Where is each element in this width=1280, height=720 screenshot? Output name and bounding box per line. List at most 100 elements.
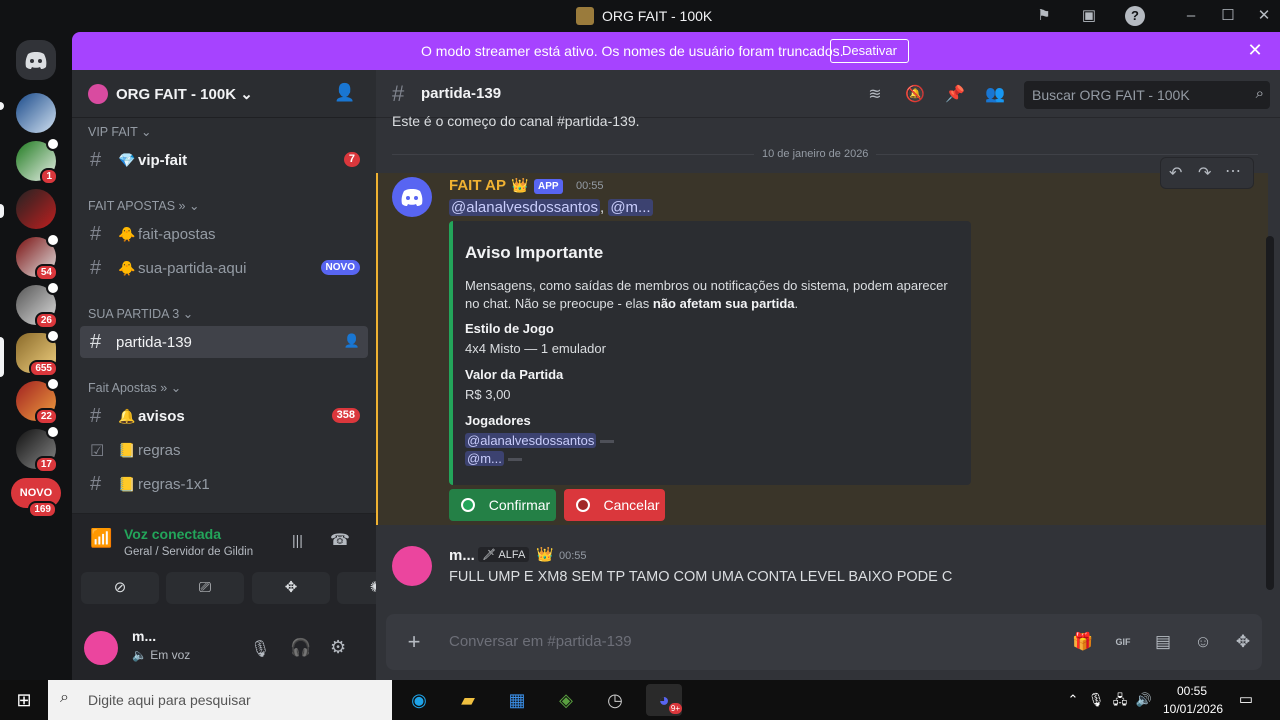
minimize-icon[interactable]: –	[1181, 6, 1201, 26]
new-servers-group[interactable]: NOVO 169	[11, 478, 61, 518]
confirm-button[interactable]: Confirmar	[449, 489, 556, 521]
channel-fait-apostas[interactable]: # 🐥 fait-apostas	[80, 218, 368, 250]
tray-chevron-icon[interactable]: ⌃	[1064, 690, 1082, 710]
voice-panel: 📶 Voz conectada Geral / Servidor de Gild…	[72, 513, 415, 621]
chick-icon: 🐥	[118, 226, 136, 242]
more-options-icon[interactable]: ⋯	[1225, 161, 1241, 181]
camera-off-button[interactable]: ⊘	[81, 572, 159, 604]
user-mention[interactable]: @alanalvesdossantos	[465, 433, 597, 448]
noise-suppression-icon[interactable]: |||	[292, 532, 303, 548]
disconnect-icon[interactable]: ☎	[330, 530, 350, 550]
channel-name: fait-apostas	[138, 226, 216, 243]
channel-regras-1x1[interactable]: # 📒 regras-1x1	[80, 468, 368, 500]
cancel-button[interactable]: Cancelar	[564, 489, 665, 521]
category-fait-apostas-2[interactable]: Fait Apostas » ⌄	[88, 380, 181, 395]
user-mention[interactable]: @alanalvesdossantos	[449, 199, 600, 216]
file-explorer-icon[interactable]: ▰	[450, 684, 486, 716]
server-icon-6[interactable]: 655	[16, 329, 60, 377]
invite-icon[interactable]: 👤	[334, 83, 355, 103]
server-icon-2[interactable]: 1	[16, 137, 60, 185]
message-author[interactable]: FAIT AP	[449, 177, 506, 194]
bot-avatar[interactable]	[392, 177, 432, 217]
search-box[interactable]: Buscar ORG FAIT - 100K ⌕	[1024, 81, 1270, 109]
flag-icon[interactable]: ⚑	[1034, 6, 1054, 26]
activities-button[interactable]: ✥	[252, 572, 330, 604]
help-icon[interactable]: ?	[1125, 6, 1145, 26]
channel-partida-139[interactable]: # partida-139 👤	[80, 326, 368, 358]
clock-time[interactable]: 00:55	[1177, 684, 1207, 698]
invite-icon[interactable]: 👤	[344, 333, 360, 349]
user-avatar[interactable]	[392, 546, 432, 586]
channel-regras[interactable]: ☑ 📒 regras	[80, 434, 368, 466]
screen-share-button[interactable]: ⎚	[166, 572, 244, 604]
channel-vip-fait[interactable]: # 💎 vip-fait 7	[80, 144, 368, 176]
volume-icon[interactable]: 🔊	[1135, 690, 1153, 710]
message-author[interactable]: m...	[449, 547, 475, 564]
server-icon-3[interactable]	[16, 189, 56, 229]
network-icon[interactable]: 🖧	[1111, 690, 1129, 710]
user-name[interactable]: m...	[132, 628, 156, 644]
discord-taskbar-icon[interactable]: ◕ 9+	[646, 684, 682, 716]
close-window-icon[interactable]: ✕	[1254, 6, 1274, 26]
microphone-icon[interactable]: 🎙	[250, 639, 270, 659]
discord-logo-icon	[25, 52, 47, 69]
store-icon[interactable]: ▦	[499, 684, 535, 716]
guild-header[interactable]: ORG FAIT - 100K ⌄ 👤	[72, 70, 376, 118]
channel-avisos[interactable]: # 🔔 avisos 358	[80, 400, 368, 432]
avatar[interactable]	[84, 631, 118, 665]
taskbar-search[interactable]: ⌕ Digite aqui para pesquisar	[48, 680, 392, 720]
add-attachment-icon[interactable]: +	[402, 630, 426, 654]
server-icon-4[interactable]: 54	[16, 233, 60, 281]
direct-messages-button[interactable]	[16, 40, 56, 80]
channel-title: partida-139	[421, 85, 502, 102]
reply-icon[interactable]: ↶	[1169, 163, 1182, 183]
category-fait-apostas[interactable]: FAIT APOSTAS » ⌄	[88, 198, 199, 213]
user-mention[interactable]: @m...	[465, 451, 504, 466]
server-icon-5[interactable]: 26	[16, 281, 60, 329]
channel-sua-partida-aqui[interactable]: # 🐥 sua-partida-aqui NOVO	[80, 252, 368, 284]
disable-streamer-mode-button[interactable]: Desativar	[830, 39, 909, 63]
apps-icon[interactable]: ✥	[1231, 630, 1255, 654]
message-highlighted[interactable]: FAIT AP 👑 APP 00:55 @alanalvesdossantos,…	[376, 173, 1268, 525]
threads-icon[interactable]: ≋	[864, 84, 886, 106]
message[interactable]: m... 🗡 ALFA 👑 00:55 FULL UMP E XM8 SEM T…	[376, 532, 1268, 592]
category-vip-fait[interactable]: VIP FAIT ⌄	[88, 124, 152, 139]
user-mention[interactable]: @m...	[608, 199, 653, 216]
gift-icon[interactable]: 🎁	[1071, 630, 1095, 654]
embed-field-name: Valor da Partida	[465, 367, 564, 382]
pin-icon[interactable]: 📌	[944, 84, 966, 106]
maximize-icon[interactable]: ☐	[1218, 6, 1238, 26]
server-icon-8[interactable]: 17	[16, 425, 60, 473]
settings-gear-icon[interactable]: ⚙	[330, 637, 346, 658]
sticker-icon[interactable]: ▤	[1151, 630, 1175, 654]
scrollbar[interactable]	[1266, 236, 1274, 590]
voice-channel-name[interactable]: Geral / Servidor de Gildin	[124, 546, 253, 558]
headphones-icon[interactable]: 🎧	[290, 638, 311, 658]
app-icon[interactable]: ◈	[548, 684, 584, 716]
notifications-muted-icon[interactable]: 🔕	[904, 84, 926, 106]
message-input[interactable]: Conversar em #partida-139	[449, 633, 632, 650]
speedometer-icon[interactable]: ◷	[597, 684, 633, 716]
voice-status[interactable]: Voz conectada	[124, 526, 221, 542]
edge-icon[interactable]: ◉	[401, 684, 437, 716]
window-title: ORG FAIT - 100K	[602, 8, 713, 24]
server-icon-1[interactable]	[16, 93, 56, 133]
screen-share-icon[interactable]: ▣	[1079, 6, 1099, 26]
embed-field-value: @alanalvesdossantos	[465, 433, 615, 448]
gif-icon[interactable]: GIF	[1111, 630, 1135, 654]
emoji-icon[interactable]: ☺	[1191, 630, 1215, 654]
category-sua-partida[interactable]: SUA PARTIDA 3 ⌄	[88, 306, 193, 321]
close-icon[interactable]: ✕	[1245, 40, 1265, 60]
message-composer[interactable]: + Conversar em #partida-139 🎁 GIF ▤ ☺ ✥	[386, 614, 1262, 670]
channel-name: partida-139	[116, 334, 192, 351]
tray-microphone-icon[interactable]: 🎙	[1087, 690, 1105, 710]
notifications-icon[interactable]: ▭	[1237, 690, 1255, 710]
user-status: 🔈 Em voz	[132, 648, 191, 662]
role-tag: 🗡 ALFA	[478, 547, 530, 562]
app-tag: APP	[534, 179, 563, 194]
server-icon-7[interactable]: 22	[16, 377, 60, 425]
member-list-icon[interactable]: 👥	[984, 84, 1006, 106]
clock-date[interactable]: 10/01/2026	[1163, 702, 1223, 716]
forward-icon[interactable]: ↷	[1198, 163, 1211, 183]
windows-start-icon[interactable]: ⊞	[6, 684, 42, 716]
